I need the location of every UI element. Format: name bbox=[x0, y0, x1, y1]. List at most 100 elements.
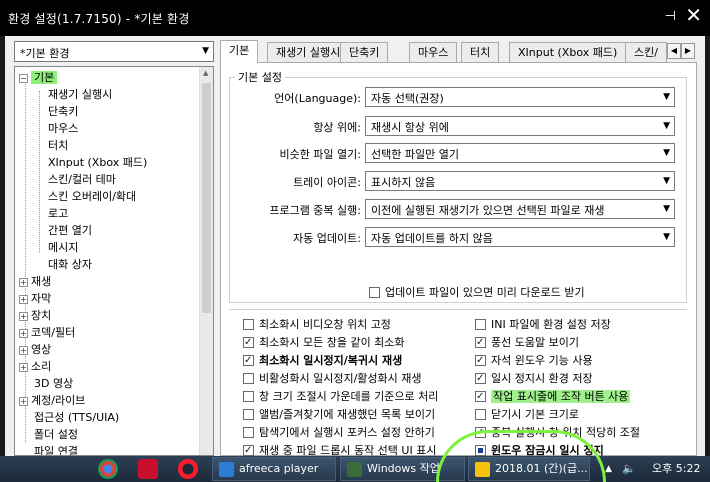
field-dropdown-value: 재생시 항상 위에 bbox=[371, 121, 449, 134]
field-dropdown[interactable]: 자동 업데이트를 하지 않음 ▼ bbox=[365, 227, 675, 247]
option-checkbox[interactable]: 탐색기에서 실행시 포커스 설정 안하기 bbox=[243, 425, 435, 441]
tab-0[interactable]: 기본 bbox=[220, 40, 259, 63]
tree-item[interactable]: 3D 영상 bbox=[19, 375, 73, 392]
tree-item[interactable]: 간편 열기 bbox=[48, 222, 92, 239]
profile-select[interactable]: *기본 환경 ▼ bbox=[14, 41, 214, 62]
tree-scrollbar[interactable]: ▲ bbox=[199, 67, 213, 455]
tab-scroll-right-icon[interactable]: ▶ bbox=[681, 43, 695, 59]
option-checkbox[interactable]: 풍선 도움말 보이기 bbox=[475, 335, 579, 351]
option-checkbox[interactable]: 비활성화시 일시정지/활성화시 재생 bbox=[243, 371, 422, 387]
tray-expand-icon[interactable]: ▲ bbox=[605, 456, 612, 482]
tree-item[interactable]: + 계정/라이브 bbox=[19, 392, 85, 409]
option-checkbox[interactable]: 중복 실행시 창 위치 적당히 조절 bbox=[475, 425, 640, 441]
tree-item[interactable]: + 재생 bbox=[19, 273, 51, 290]
taskbar-task[interactable]: Windows 작업 bbox=[340, 457, 465, 481]
checkbox-box bbox=[475, 319, 486, 330]
tree-item-label: 재생 bbox=[31, 275, 52, 288]
tab-panel: 기본 설정 언어(Language): 자동 선택(권장) ▼ 항상 위에: 재생시 항… bbox=[220, 62, 697, 482]
tree-item[interactable]: + 코덱/필터 bbox=[19, 324, 75, 341]
dropdown-arrow-icon: ▼ bbox=[663, 148, 670, 158]
tab-scroll-left-icon[interactable]: ◀ bbox=[667, 43, 681, 59]
tree-item[interactable]: 재생기 실행시 bbox=[48, 86, 112, 103]
settings-tree[interactable]: ▲ − 기본 재생기 실행시 단축키 마우스 터치 XInput (Xbox 패드) 스킨/컬… bbox=[14, 66, 214, 456]
expand-icon[interactable]: + bbox=[19, 362, 28, 372]
field-dropdown[interactable]: 재생시 항상 위에 ▼ bbox=[365, 116, 675, 136]
checkbox-box bbox=[475, 409, 486, 420]
tree-item[interactable]: + 영상 bbox=[19, 341, 51, 358]
tree-item[interactable]: 대화 상자 bbox=[48, 256, 92, 273]
taskbar-task[interactable]: 2018.01 (간)(급... bbox=[468, 457, 590, 481]
option-checkbox[interactable]: 최소화시 일시정지/복귀시 재생 bbox=[243, 353, 402, 369]
tab-2[interactable]: 단축키 bbox=[340, 42, 389, 62]
profile-select-value: *기본 환경 bbox=[20, 47, 70, 60]
clock[interactable]: 오후 5:22 bbox=[652, 456, 708, 482]
option-checkbox[interactable]: 자석 윈도우 기능 사용 bbox=[475, 353, 593, 369]
tree-item[interactable]: 스킨/컬러 테마 bbox=[48, 171, 116, 188]
option-checkbox[interactable]: 작업 표시줄에 조작 버튼 사용 bbox=[475, 389, 631, 405]
tree-item[interactable]: 스킨 오버레이/확대 bbox=[48, 188, 136, 205]
field-dropdown[interactable]: 이전에 실행된 재생기가 있으면 선택된 파일로 재생 ▼ bbox=[365, 199, 675, 219]
checkbox-box bbox=[243, 355, 254, 366]
checkbox-label: 업데이트 파일이 있으면 미리 다운로드 받기 bbox=[385, 286, 585, 299]
tree-item[interactable]: 메시지 bbox=[48, 239, 78, 256]
expand-icon[interactable]: + bbox=[19, 328, 28, 338]
pin-icon[interactable]: ⊣ bbox=[665, 9, 676, 24]
option-label: 탐색기에서 실행시 포커스 설정 안하기 bbox=[259, 426, 435, 439]
taskbar-task[interactable]: afreeca player bbox=[212, 457, 336, 481]
tree-item[interactable]: 접근성 (TTS/UIA) bbox=[19, 409, 119, 426]
expand-icon[interactable]: + bbox=[19, 345, 28, 355]
tree-item-label: 3D 영상 bbox=[34, 377, 74, 390]
tree-item[interactable]: 단축키 bbox=[48, 103, 78, 120]
expand-icon[interactable]: + bbox=[19, 396, 28, 406]
option-checkbox[interactable]: 앨범/즐겨찾기에 재생했던 목록 보이기 bbox=[243, 407, 435, 423]
checkbox-box bbox=[475, 445, 486, 456]
expand-icon[interactable]: + bbox=[19, 277, 28, 287]
close-button[interactable]: ✕ bbox=[685, 5, 702, 25]
field-dropdown[interactable]: 표시하지 않음 ▼ bbox=[365, 171, 675, 191]
update-predownload-checkbox[interactable]: 업데이트 파일이 있으면 미리 다운로드 받기 bbox=[369, 285, 585, 301]
checkbox-box bbox=[475, 373, 486, 384]
option-checkbox[interactable]: 일시 정지시 환경 저장 bbox=[475, 371, 593, 387]
tree-item[interactable]: 마우스 bbox=[48, 120, 78, 137]
tree-item[interactable]: − 기본 bbox=[19, 69, 58, 86]
expand-icon[interactable]: + bbox=[19, 311, 28, 321]
tree-item-label: 폴더 설정 bbox=[34, 428, 78, 441]
field-dropdown[interactable]: 자동 선택(권장) ▼ bbox=[365, 87, 675, 107]
option-checkbox[interactable]: INI 파일에 환경 설정 저장 bbox=[475, 317, 611, 333]
tree-item[interactable]: + 소리 bbox=[19, 358, 51, 375]
field-label: 언어(Language): bbox=[274, 92, 361, 105]
tree-item[interactable]: 로고 bbox=[48, 205, 68, 222]
field-dropdown[interactable]: 선택한 파일만 열기 ▼ bbox=[365, 143, 675, 163]
option-checkbox[interactable]: 최소화시 모든 창을 같이 최소화 bbox=[243, 335, 405, 351]
chrome-icon[interactable] bbox=[98, 459, 118, 479]
title-bar[interactable]: 환경 설정(1.7.7150) - *기본 환경 ⊣ ✕ bbox=[0, 0, 710, 36]
tab-6[interactable]: 스킨/ bbox=[625, 42, 667, 62]
collapse-icon[interactable]: − bbox=[19, 73, 28, 83]
option-label: 앨범/즐겨찾기에 재생했던 목록 보이기 bbox=[259, 408, 436, 421]
tree-item[interactable]: + 장치 bbox=[19, 307, 51, 324]
field-label: 프로그램 중복 실행: bbox=[269, 204, 361, 217]
option-checkbox[interactable]: 최소화시 비디오창 위치 고정 bbox=[243, 317, 391, 333]
dropdown-arrow-icon: ▼ bbox=[663, 121, 670, 131]
scroll-thumb[interactable] bbox=[202, 83, 211, 313]
tree-item-label: 소리 bbox=[31, 360, 52, 373]
tree-item[interactable]: + 자막 bbox=[19, 290, 51, 307]
tree-item[interactable]: 폴더 설정 bbox=[19, 426, 78, 443]
tab-4[interactable]: 터치 bbox=[461, 42, 500, 62]
scroll-up-icon[interactable]: ▲ bbox=[203, 69, 208, 77]
tab-3[interactable]: 마우스 bbox=[409, 42, 458, 62]
acrobat-icon[interactable] bbox=[138, 459, 158, 479]
tab-1[interactable]: 재생기 실행시 bbox=[267, 42, 350, 62]
taskbar: afreeca player Windows 작업 2018.01 (간)(급...… bbox=[0, 456, 710, 482]
checkbox-box bbox=[475, 427, 486, 438]
option-checkbox[interactable]: 닫기시 기본 크기로 bbox=[475, 407, 579, 423]
expand-icon[interactable]: + bbox=[19, 294, 28, 304]
tree-item[interactable]: 파일 연결 bbox=[19, 443, 78, 456]
tree-item[interactable]: 터치 bbox=[48, 137, 68, 154]
opera-icon[interactable] bbox=[178, 459, 198, 479]
tree-item[interactable]: XInput (Xbox 패드) bbox=[48, 154, 147, 171]
volume-icon[interactable]: 🔈 bbox=[622, 456, 636, 482]
tree-item-label: 파일 연결 bbox=[34, 445, 78, 456]
option-checkbox[interactable]: 창 크기 조절시 가운데를 기준으로 처리 bbox=[243, 389, 438, 405]
tab-5[interactable]: XInput (Xbox 패드) bbox=[509, 42, 627, 62]
